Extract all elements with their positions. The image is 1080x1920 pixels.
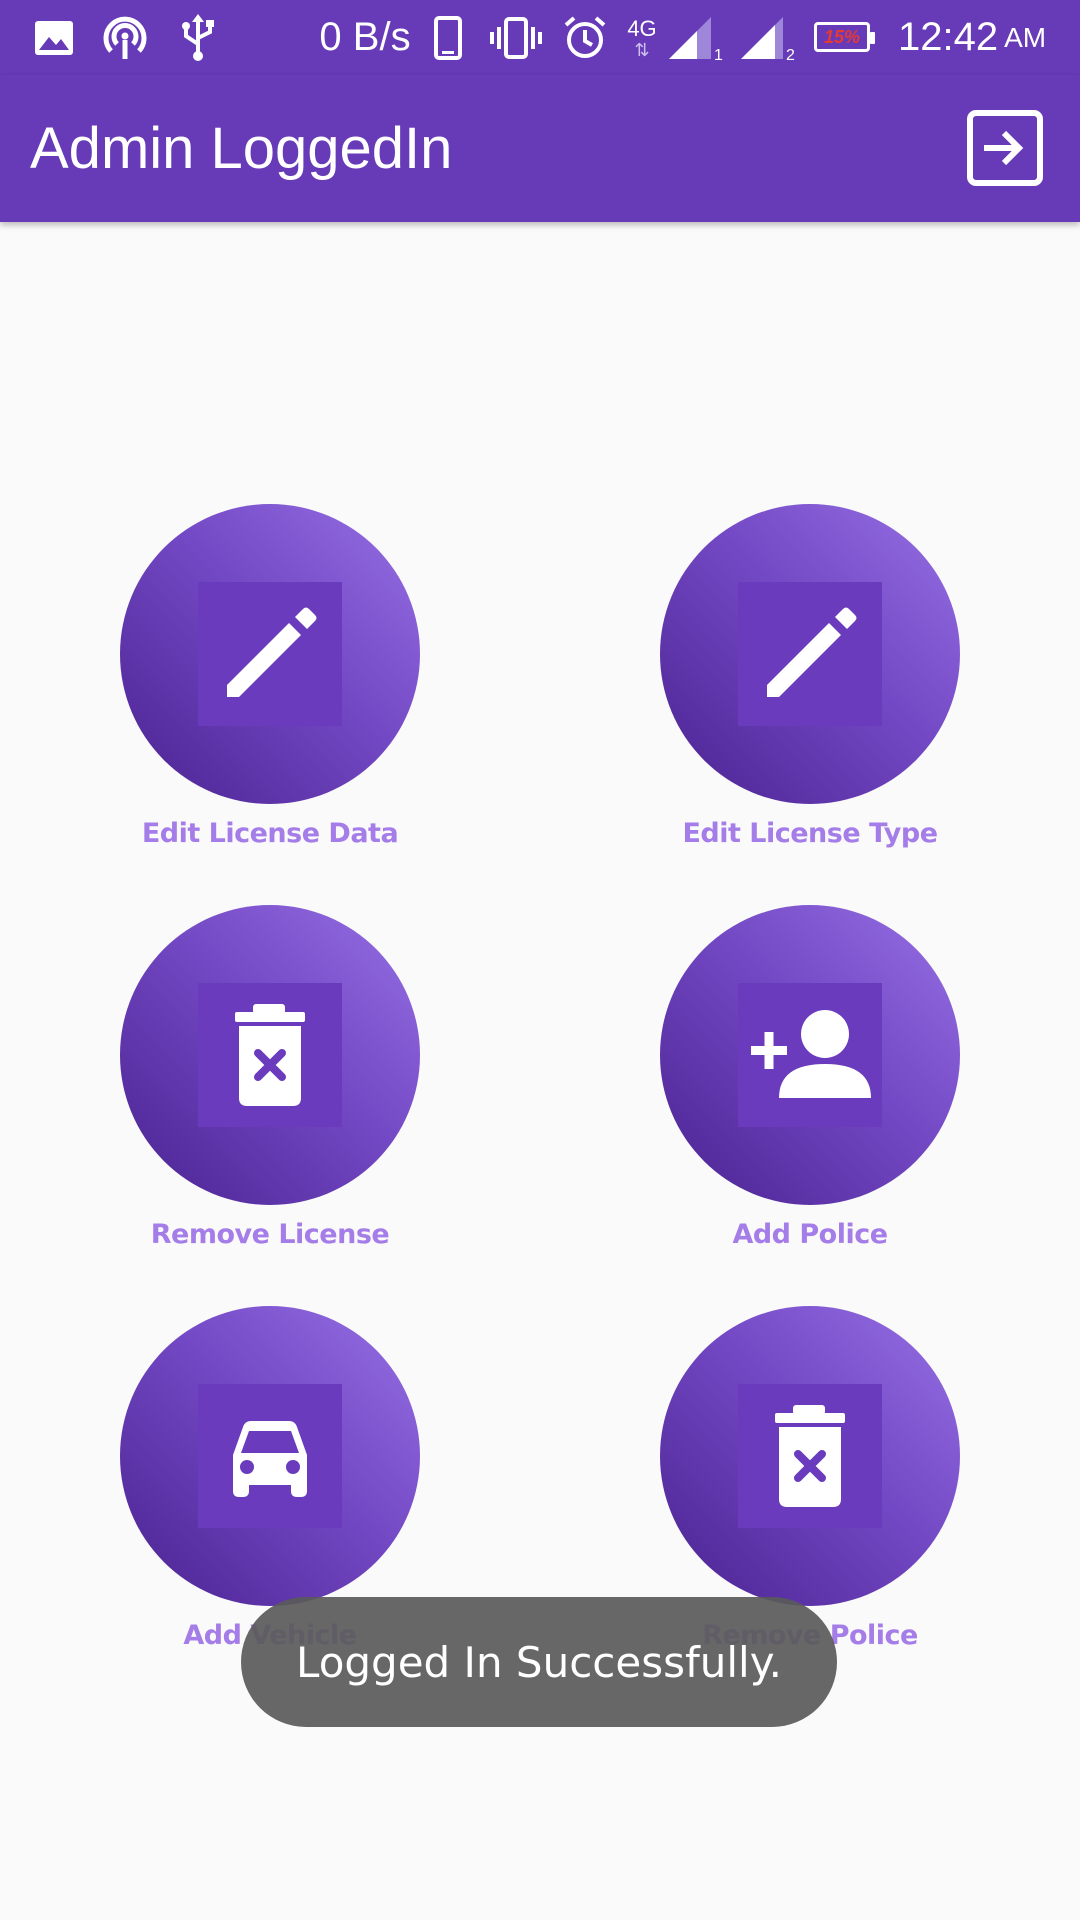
- car-icon: [233, 1421, 307, 1497]
- pencil-icon: [767, 607, 857, 697]
- tile-icon-box: [738, 983, 882, 1127]
- add-vehicle-button[interactable]: [120, 1306, 420, 1606]
- status-bar: 0 B/s 4G ⇅ 1 2 15% 12:42 AM: [0, 0, 1080, 75]
- usb-icon: [178, 0, 218, 75]
- toast: Logged In Successfully.: [241, 1597, 837, 1727]
- net-speed: 0 B/s: [319, 15, 411, 59]
- tile-icon-box: [198, 582, 342, 726]
- remove-license-button[interactable]: [120, 905, 420, 1205]
- toast-message: Logged In Successfully.: [296, 1637, 782, 1687]
- page-title: Admin LoggedIn: [30, 116, 453, 181]
- add-person-icon: [751, 1010, 871, 1098]
- phone-icon: [430, 0, 466, 75]
- trash-x-icon: [775, 1405, 845, 1507]
- trash-x-icon: [235, 1004, 305, 1106]
- clock: 12:42 AM: [898, 15, 1047, 59]
- logout-button[interactable]: [960, 103, 1050, 193]
- remove-police-button[interactable]: [660, 1306, 960, 1606]
- logout-icon: [967, 110, 1043, 186]
- battery-icon: 15%: [814, 22, 875, 52]
- vibrate-icon: [488, 0, 544, 75]
- hotspot-icon: [100, 0, 150, 75]
- edit-license-data-label: Edit License Data: [141, 818, 399, 849]
- network-type: 4G ⇅: [627, 15, 657, 60]
- tile-icon-box: [198, 983, 342, 1127]
- edit-license-data-button[interactable]: [120, 504, 420, 804]
- image-icon: [30, 0, 78, 75]
- remove-license-label: Remove License: [150, 1219, 390, 1250]
- alarm-icon: [560, 0, 610, 75]
- edit-license-type-button[interactable]: [660, 504, 960, 804]
- svg-text:1: 1: [714, 47, 723, 61]
- add-police-button[interactable]: [660, 905, 960, 1205]
- signal-icon-sim2: 2: [738, 0, 798, 75]
- add-police-label: Add Police: [732, 1219, 888, 1250]
- edit-license-type-label: Edit License Type: [682, 818, 938, 849]
- svg-text:2: 2: [786, 47, 795, 61]
- tile-icon-box: [738, 582, 882, 726]
- tile-icon-box: [738, 1384, 882, 1528]
- tile-icon-box: [198, 1384, 342, 1528]
- pencil-icon: [227, 607, 317, 697]
- signal-icon-sim1: 1: [666, 0, 726, 75]
- app-bar: Admin LoggedIn: [0, 75, 1080, 222]
